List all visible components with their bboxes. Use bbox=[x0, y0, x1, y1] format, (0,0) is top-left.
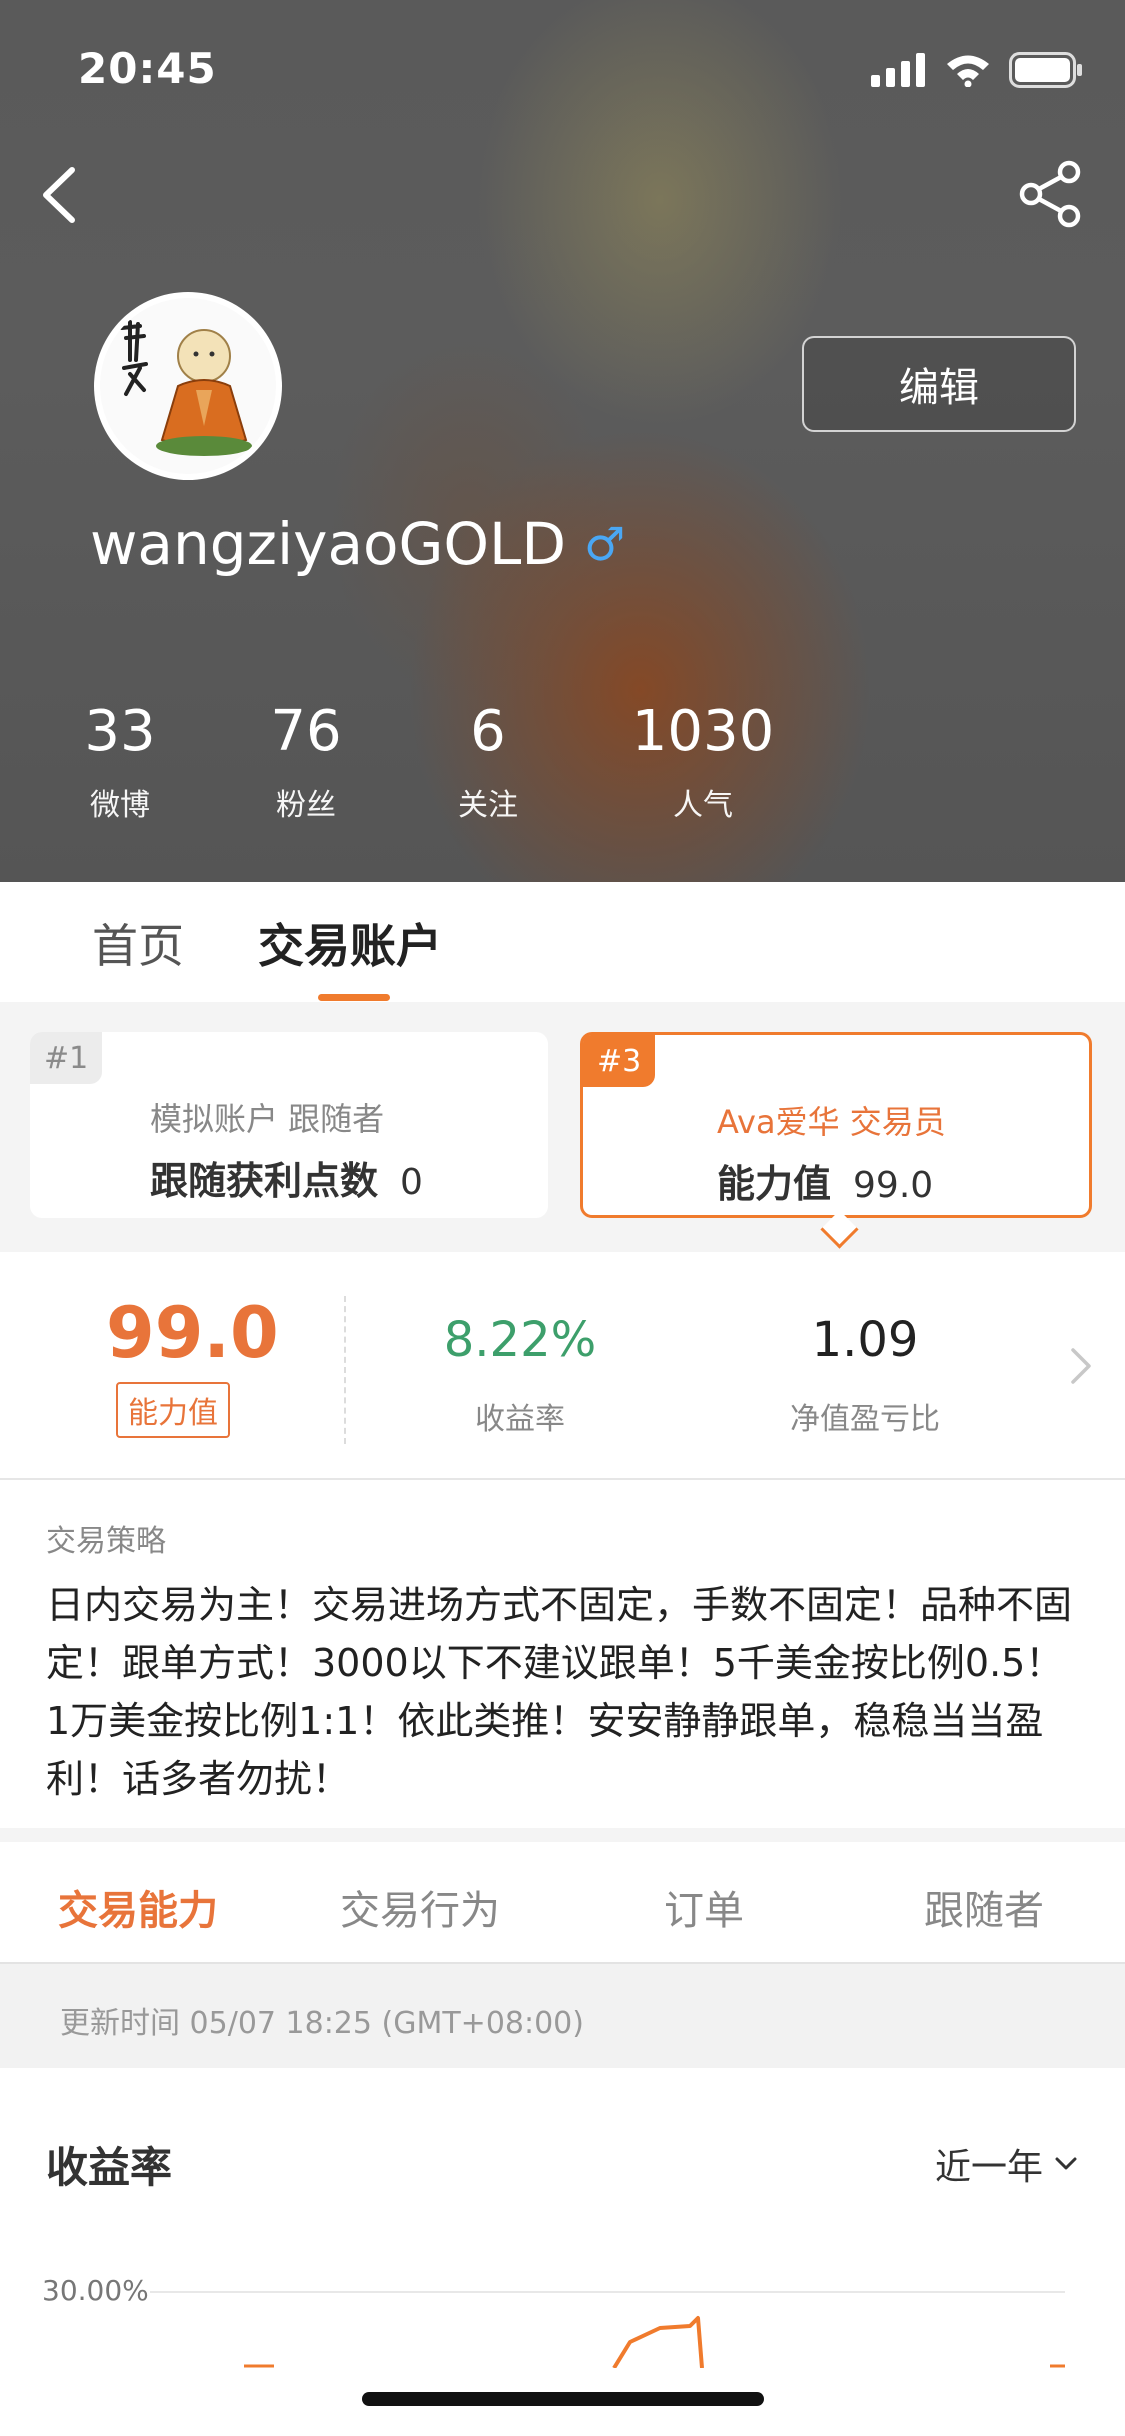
stat-label: 人气 bbox=[673, 788, 733, 823]
account-rank-badge: #3 bbox=[583, 1035, 656, 1087]
range-selector[interactable]: 近一年 bbox=[935, 2138, 1079, 2190]
status-icons bbox=[871, 52, 1083, 88]
active-tab-indicator bbox=[318, 994, 390, 1001]
strategy-title: 交易策略 bbox=[46, 1524, 166, 1559]
y-axis-tick: 30.00% bbox=[42, 2274, 149, 2307]
tab-trading-account[interactable]: 交易账户 bbox=[258, 910, 442, 976]
chevron-right-icon[interactable] bbox=[1065, 1344, 1095, 1388]
return-rate-label: 收益率 bbox=[475, 1402, 565, 1437]
pl-ratio-metric: 1.09 净值盈亏比 bbox=[775, 1312, 955, 1438]
return-chart bbox=[150, 2291, 1065, 2368]
username-text: wangziyaoGOLD bbox=[90, 510, 567, 578]
home-indicator[interactable] bbox=[362, 2392, 764, 2406]
ability-badge: 能力值 bbox=[116, 1382, 230, 1438]
chart-title: 收益率 bbox=[46, 2143, 173, 2192]
profile-tabs: 首页 交易账户 bbox=[0, 882, 1125, 1002]
update-time: 更新时间 05/07 18:25 (GMT+08:00) bbox=[60, 2006, 584, 2041]
account-type: 模拟账户 跟随者 bbox=[150, 1100, 385, 1138]
wifi-icon bbox=[947, 55, 989, 87]
tab-home[interactable]: 首页 bbox=[92, 910, 184, 976]
account-card-simulated[interactable]: #1 模拟账户 跟随者 跟随获利点数 0 bbox=[30, 1032, 548, 1218]
username: wangziyaoGOLD ♂ bbox=[90, 510, 625, 578]
tab-followers[interactable]: 跟随者 bbox=[924, 1878, 1044, 1936]
stat-value: 76 bbox=[270, 699, 342, 764]
return-line bbox=[612, 2316, 704, 2368]
ability-value: 99.0 bbox=[106, 1292, 279, 1374]
return-rate-metric: 8.22% 收益率 bbox=[430, 1312, 610, 1438]
account-metric-label: 能力值 bbox=[717, 1162, 832, 1206]
stat-label: 关注 bbox=[458, 788, 518, 823]
metrics-divider bbox=[344, 1296, 346, 1444]
account-metric-value: 0 bbox=[400, 1162, 423, 1203]
status-time: 20:45 bbox=[78, 44, 217, 93]
stat-value: 1030 bbox=[631, 699, 775, 764]
stat-label: 微博 bbox=[90, 788, 150, 823]
account-card-ava[interactable]: #3 Ava爱华 交易员 能力值 99.0 bbox=[580, 1032, 1092, 1218]
account-metric-value: 99.0 bbox=[853, 1165, 934, 1206]
share-icon[interactable] bbox=[1019, 160, 1083, 228]
tab-trading-ability[interactable]: 交易能力 bbox=[58, 1878, 218, 1936]
account-metric: 跟随获利点数 0 bbox=[150, 1150, 423, 1205]
chevron-down-icon bbox=[1055, 2157, 1077, 2170]
avatar-image bbox=[100, 298, 276, 474]
signal-icon bbox=[871, 53, 925, 87]
stat-weibo[interactable]: 33 微博 bbox=[70, 700, 170, 824]
account-rank-badge: #1 bbox=[30, 1032, 103, 1084]
range-label: 近一年 bbox=[934, 2147, 1043, 2188]
pl-ratio-value: 1.09 bbox=[811, 1312, 919, 1368]
back-icon[interactable] bbox=[36, 160, 86, 230]
avatar[interactable] bbox=[94, 292, 282, 480]
section-tabs: 交易能力 交易行为 订单 跟随者 bbox=[0, 1842, 1125, 1964]
update-time-bar: 更新时间 05/07 18:25 (GMT+08:00) bbox=[0, 1964, 1125, 2068]
stat-label: 粉丝 bbox=[276, 788, 336, 823]
tab-trading-behavior[interactable]: 交易行为 bbox=[340, 1878, 500, 1936]
trading-strategy: 交易策略 日内交易为主！交易进场方式不固定，手数不固定！品种不固定！跟单方式！3… bbox=[0, 1480, 1125, 1840]
section-separator bbox=[0, 1828, 1125, 1842]
account-metrics[interactable]: 99.0 能力值 8.22% 收益率 1.09 净值盈亏比 bbox=[0, 1252, 1125, 1480]
stat-value: 6 bbox=[470, 699, 506, 764]
strategy-text: 日内交易为主！交易进场方式不固定，手数不固定！品种不固定！跟单方式！3000以下… bbox=[46, 1583, 1073, 1801]
account-metric-label: 跟随获利点数 bbox=[150, 1159, 379, 1203]
stat-following[interactable]: 6 关注 bbox=[438, 700, 538, 824]
return-rate-value: 8.22% bbox=[443, 1312, 597, 1368]
edit-button[interactable]: 编辑 bbox=[802, 336, 1076, 432]
pl-ratio-label: 净值盈亏比 bbox=[790, 1402, 940, 1437]
battery-icon bbox=[1009, 52, 1082, 88]
tab-orders[interactable]: 订单 bbox=[664, 1878, 744, 1936]
account-cards: #1 模拟账户 跟随者 跟随获利点数 0 #3 Ava爱华 交易员 能力值 99.0 bbox=[0, 1002, 1125, 1252]
stat-fans[interactable]: 76 粉丝 bbox=[256, 700, 356, 824]
stat-popularity[interactable]: 1030 人气 bbox=[630, 700, 776, 824]
account-metric: 能力值 99.0 bbox=[717, 1153, 933, 1208]
account-type: Ava爱华 交易员 bbox=[717, 1103, 946, 1141]
stat-value: 33 bbox=[84, 699, 156, 764]
male-gender-icon: ♂ bbox=[584, 517, 626, 571]
return-chart-section: 收益率 近一年 30.00% bbox=[0, 2068, 1125, 2368]
